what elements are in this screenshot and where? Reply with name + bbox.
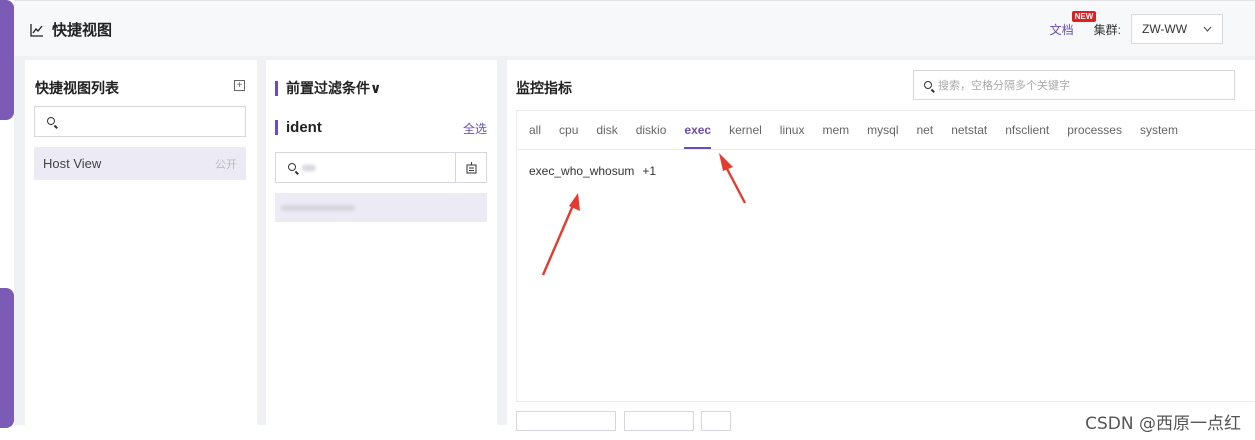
- new-badge: NEW: [1071, 10, 1097, 22]
- page-header: 快捷视图 文档 NEW 集群: ZW-WW: [14, 0, 1255, 56]
- quick-view-item[interactable]: Host View 公开: [34, 147, 246, 180]
- cluster-select-value: ZW-WW: [1142, 22, 1188, 36]
- watermark: CSDN @西原一点红: [1085, 414, 1241, 434]
- bottom-button-1[interactable]: [516, 411, 616, 431]
- tab-netstat[interactable]: netstat: [951, 111, 987, 149]
- bottom-button-2[interactable]: [624, 411, 694, 431]
- docs-link-label: 文档: [1049, 22, 1074, 37]
- tab-exec[interactable]: exec: [684, 111, 711, 149]
- metrics-search-placeholder: 搜索，空格分隔多个关键字: [938, 80, 1070, 92]
- blurred-ident-value: [281, 205, 355, 211]
- filter-panel: 前置过滤条件∨ ident 全选: [266, 60, 497, 425]
- tabs-divider: [517, 149, 1255, 150]
- quick-view-search-input[interactable]: [34, 106, 246, 137]
- search-icon: [288, 163, 296, 171]
- tab-diskio[interactable]: diskio: [636, 111, 667, 149]
- left-sidebar-accent-lower: [0, 288, 14, 428]
- tab-mysql[interactable]: mysql: [867, 111, 898, 149]
- search-icon: [924, 81, 932, 89]
- filter-title-text: 前置过滤条件∨: [286, 80, 382, 96]
- tab-cpu[interactable]: cpu: [559, 111, 578, 149]
- select-all-link[interactable]: 全选: [463, 120, 487, 137]
- quick-view-item-tag: 公开: [215, 158, 237, 171]
- metric-item[interactable]: exec_who_whosum +1: [529, 164, 656, 178]
- metric-tabs: all cpu disk diskio exec kernel linux me…: [529, 111, 1196, 149]
- metrics-box: all cpu disk diskio exec kernel linux me…: [516, 110, 1255, 402]
- page-title: 快捷视图: [30, 19, 112, 40]
- tab-mem[interactable]: mem: [822, 111, 849, 149]
- title-accent-bar: [275, 80, 278, 96]
- search-icon: [47, 117, 55, 125]
- quick-view-panel: 快捷视图列表 + Host View 公开: [25, 60, 257, 425]
- building-icon: [465, 162, 477, 174]
- metric-extra-count[interactable]: +1: [642, 164, 656, 178]
- tab-processes[interactable]: processes: [1067, 111, 1122, 149]
- metric-name: exec_who_whosum: [529, 164, 635, 178]
- filter-title[interactable]: 前置过滤条件∨: [275, 78, 381, 98]
- tab-linux[interactable]: linux: [780, 111, 805, 149]
- page-title-text: 快捷视图: [52, 22, 113, 39]
- tab-all[interactable]: all: [529, 111, 541, 149]
- add-view-icon[interactable]: +: [234, 80, 245, 91]
- bottom-button-3[interactable]: [701, 411, 731, 431]
- ident-label: ident: [275, 119, 322, 136]
- tab-kernel[interactable]: kernel: [729, 111, 762, 149]
- line-chart-icon: [30, 23, 43, 37]
- cluster-label: 集群:: [1093, 22, 1121, 37]
- ident-filter-button[interactable]: [456, 152, 487, 183]
- ident-label-text: ident: [286, 119, 322, 136]
- metrics-title: 监控指标: [516, 80, 572, 96]
- ident-accent-bar: [275, 120, 278, 135]
- blurred-search-value: [302, 165, 316, 171]
- docs-link[interactable]: 文档 NEW: [1049, 10, 1097, 38]
- cluster-select[interactable]: ZW-WW: [1131, 14, 1223, 44]
- quick-view-title: 快捷视图列表: [35, 80, 119, 96]
- tab-nfsclient[interactable]: nfsclient: [1005, 111, 1049, 149]
- tab-system[interactable]: system: [1140, 111, 1178, 149]
- tab-disk[interactable]: disk: [596, 111, 617, 149]
- metrics-panel: 监控指标 搜索，空格分隔多个关键字 all cpu disk diskio ex…: [507, 60, 1255, 431]
- chevron-down-icon: [1203, 26, 1212, 32]
- quick-view-item-name: Host View: [43, 156, 102, 171]
- tab-net[interactable]: net: [917, 111, 934, 149]
- ident-search-input[interactable]: [275, 152, 456, 183]
- left-sidebar-accent: [0, 0, 14, 120]
- header-actions: 文档 NEW 集群: ZW-WW: [1049, 10, 1223, 44]
- ident-list-item[interactable]: [275, 193, 487, 222]
- metrics-search-input[interactable]: 搜索，空格分隔多个关键字: [913, 70, 1235, 100]
